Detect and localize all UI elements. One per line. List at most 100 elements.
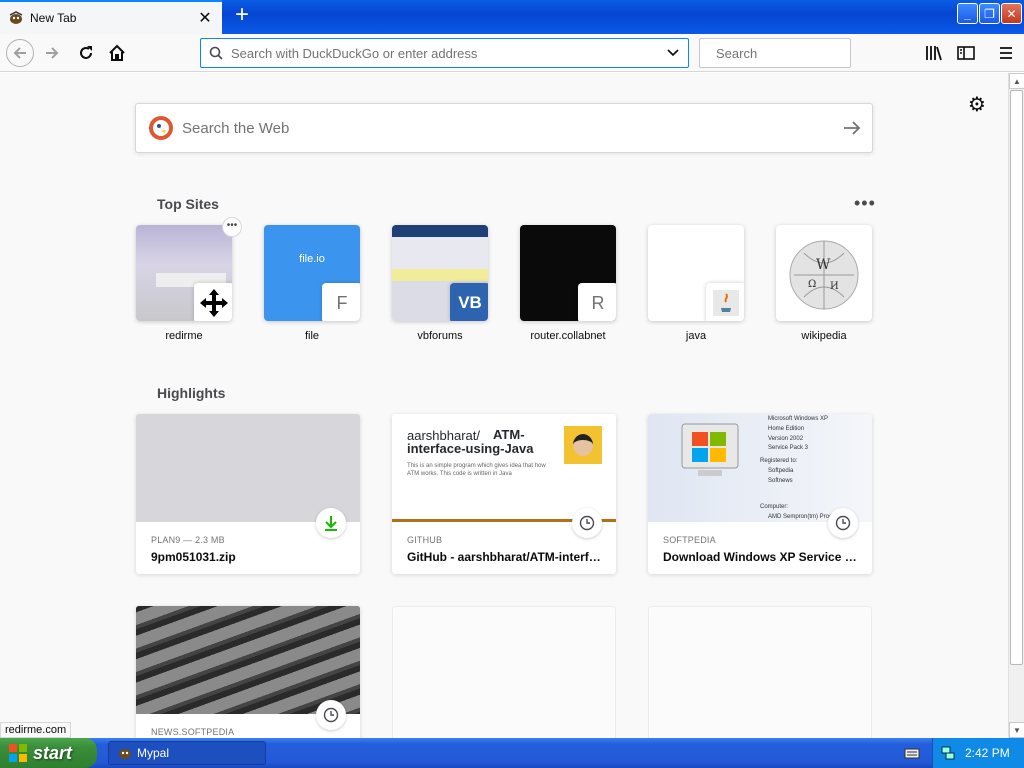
xp-line: Softpedia xyxy=(768,468,794,474)
sidebar-button[interactable] xyxy=(952,39,980,67)
top-site-router-collabnet[interactable]: R router.collabnet xyxy=(520,225,616,342)
java-logo-icon xyxy=(706,283,744,321)
search-icon xyxy=(209,46,223,60)
xp-line: Service Pack 3 xyxy=(768,445,809,451)
clock-icon xyxy=(572,508,602,538)
vertical-scrollbar[interactable]: ▲ ▼ xyxy=(1008,73,1024,738)
highlight-card-github[interactable]: aarshbharat/ ATM-interface-using-Java Th… xyxy=(392,414,616,574)
avatar xyxy=(564,426,602,464)
more-options-icon[interactable]: ••• xyxy=(854,193,876,214)
top-sites-title: Top Sites xyxy=(157,196,219,212)
url-input[interactable] xyxy=(231,45,666,61)
site-label: java xyxy=(685,330,707,342)
move-cursor-icon xyxy=(194,283,232,321)
xp-line: Home Edition xyxy=(768,426,805,432)
site-label: router.collabnet xyxy=(530,330,606,342)
keyboard-icon[interactable] xyxy=(904,746,920,760)
back-button[interactable] xyxy=(6,39,34,67)
site-thumbnail: file.io F xyxy=(264,225,360,321)
web-search-box[interactable] xyxy=(135,103,873,153)
library-button[interactable] xyxy=(920,39,948,67)
mypal-favicon-icon xyxy=(119,749,131,759)
highlight-card-news-softpedia[interactable]: NEWS.SOFTPEDIA xyxy=(136,606,360,746)
menu-button[interactable] xyxy=(992,39,1020,67)
url-bar[interactable] xyxy=(200,38,689,68)
github-thumb-repo: ATM-interface-using-Java xyxy=(407,427,534,456)
settings-gear-icon[interactable]: ⚙ xyxy=(966,94,988,116)
tab-title: New Tab xyxy=(30,11,77,25)
tab-new-tab[interactable]: New Tab ✕ xyxy=(0,0,222,34)
top-site-wikipedia[interactable]: W Ω И wikipedia xyxy=(776,225,872,342)
xp-line: Microsoft Windows XP xyxy=(768,416,829,422)
restore-button[interactable]: ❐ xyxy=(979,3,1000,24)
new-tab-page: ⚙ Top Sites ••• ••• redir xyxy=(0,73,1008,746)
taskbar: start Mypal 2:42 PM xyxy=(0,738,1024,768)
top-site-redirme[interactable]: ••• redirme xyxy=(136,217,242,342)
wikipedia-globe-icon: W Ω И xyxy=(789,240,859,310)
clock-icon xyxy=(316,700,346,730)
site-badge: R xyxy=(578,283,616,321)
forward-arrow-icon xyxy=(46,47,59,59)
xp-line: Registered to: xyxy=(760,458,798,464)
search-bar[interactable] xyxy=(699,38,892,68)
site-thumbnail: W Ω И xyxy=(776,225,872,321)
scroll-down-arrow-icon[interactable]: ▼ xyxy=(1009,722,1024,738)
windows-xp-monitor-icon xyxy=(681,423,739,476)
card-title: GitHub - aarshbharat/ATM-interface-using… xyxy=(407,550,616,564)
taskbar-item-label: Mypal xyxy=(137,746,170,760)
empty-highlight-placeholder xyxy=(648,606,872,746)
new-tab-button[interactable]: + xyxy=(230,3,254,28)
arrow-right-icon xyxy=(844,121,861,135)
card-image xyxy=(136,414,360,522)
site-label: wikipedia xyxy=(801,330,847,342)
fileio-thumb-text: file.io xyxy=(299,253,325,265)
site-thumbnail: VB xyxy=(392,225,488,321)
site-thumbnail xyxy=(136,225,232,321)
xp-line: Softnews xyxy=(768,478,793,484)
card-image: Microsoft Windows XP Home Edition Versio… xyxy=(648,414,872,522)
xp-line: AMD Sempron(tm) Proc xyxy=(768,514,833,520)
top-site-vbforums[interactable]: VB vbforums xyxy=(392,225,488,342)
xp-line: Computer: xyxy=(760,504,789,510)
chevron-down-icon[interactable] xyxy=(666,48,680,58)
minimize-button[interactable]: _ xyxy=(957,3,978,24)
site-badge: VB xyxy=(450,283,488,321)
scroll-up-arrow-icon[interactable]: ▲ xyxy=(1009,73,1024,89)
top-site-java[interactable]: java xyxy=(648,225,744,342)
reload-button[interactable] xyxy=(72,39,100,67)
mypal-favicon-icon xyxy=(9,11,23,24)
site-context-menu-icon[interactable]: ••• xyxy=(222,217,242,237)
search-input[interactable] xyxy=(716,45,892,61)
web-search-input[interactable] xyxy=(182,119,832,137)
github-thumb-desc: This is an simple program which gives id… xyxy=(407,463,546,477)
home-button[interactable] xyxy=(103,39,131,67)
tab-close-icon[interactable]: ✕ xyxy=(194,8,216,28)
svg-text:И: И xyxy=(830,281,839,292)
hamburger-menu-icon xyxy=(1000,47,1012,59)
duckduckgo-logo-icon xyxy=(149,116,173,140)
clock-icon xyxy=(828,508,858,538)
scrollbar-thumb[interactable] xyxy=(1010,90,1023,665)
status-url: redirme.com xyxy=(0,722,72,738)
svg-text:Ω: Ω xyxy=(808,279,816,290)
forward-button[interactable] xyxy=(38,39,66,67)
highlight-card-softpedia[interactable]: Microsoft Windows XP Home Edition Versio… xyxy=(648,414,872,574)
title-bar: New Tab ✕ + _ ❐ ✕ xyxy=(0,0,1024,34)
site-badge: F xyxy=(322,283,360,321)
taskbar-item-mypal[interactable]: Mypal xyxy=(108,741,266,765)
sidebar-icon xyxy=(957,46,975,60)
download-icon xyxy=(316,508,346,538)
search-submit-button[interactable] xyxy=(832,108,872,148)
site-label: redirme xyxy=(165,330,203,342)
top-site-file[interactable]: file.io F file xyxy=(264,225,360,342)
highlight-card-plan9[interactable]: PLAN9 — 2.3 MB 9pm051031.zip xyxy=(136,414,360,574)
back-arrow-icon xyxy=(13,47,26,59)
network-icon[interactable] xyxy=(941,746,955,760)
xp-line: Version 2002 xyxy=(768,436,804,442)
windows-logo-icon xyxy=(9,744,27,762)
reload-icon xyxy=(80,46,92,59)
close-window-button[interactable]: ✕ xyxy=(1001,3,1022,24)
start-button[interactable]: start xyxy=(0,738,97,768)
site-label: file xyxy=(304,330,320,342)
home-icon xyxy=(109,44,125,61)
